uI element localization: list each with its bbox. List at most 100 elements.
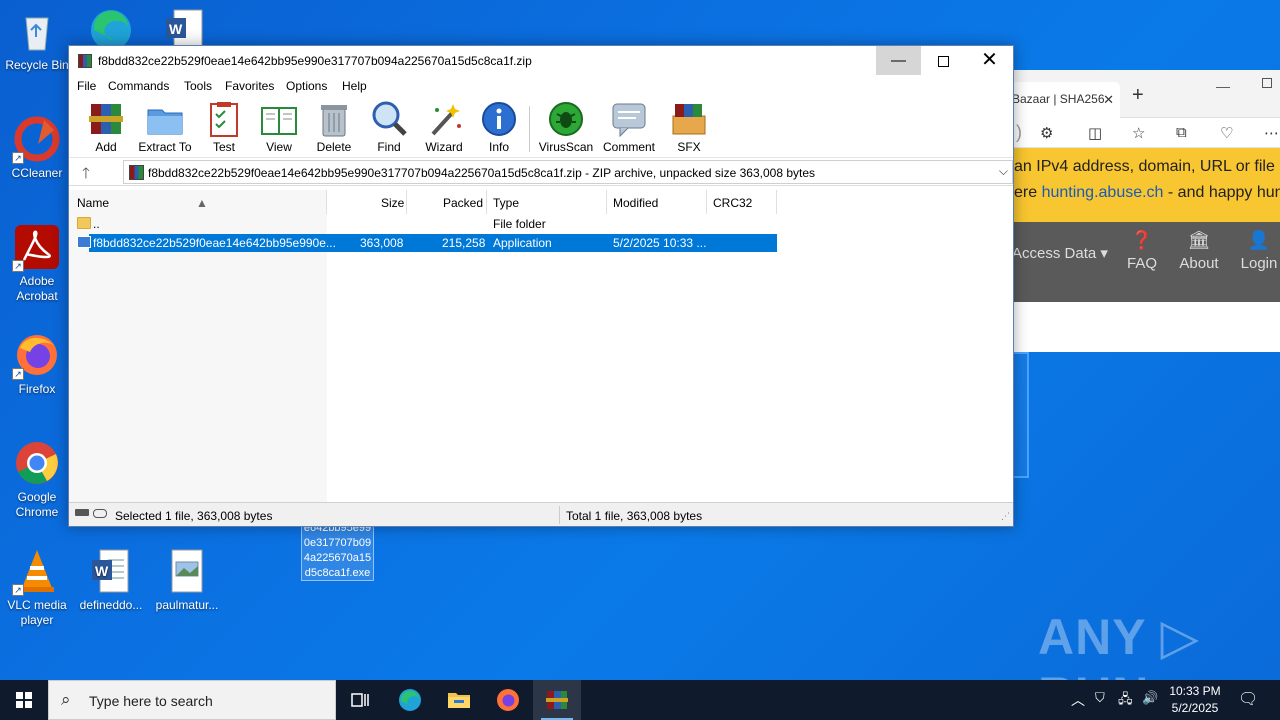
edge-tabbar: Bazaar | SHA256 ✕ + —: [1010, 70, 1280, 118]
toolbar-comment-button[interactable]: Comment: [600, 100, 658, 154]
edge-content-area: [1010, 302, 1280, 330]
security-icon[interactable]: ⛉: [1095, 690, 1105, 720]
path-text: f8bdd832ce22b529f0eae14e642bb95e990e3177…: [148, 166, 816, 180]
desktop-icon-word-doc[interactable]: W defineddo...: [74, 548, 148, 613]
desktop-icon-recycle-bin[interactable]: Recycle Bin: [0, 8, 74, 73]
start-button[interactable]: [0, 680, 48, 720]
winrar-window[interactable]: f8bdd832ce22b529f0eae14e642bb95e990e3177…: [68, 45, 1014, 527]
minimize-button[interactable]: —: [876, 46, 921, 75]
search-placeholder: Type here to search: [89, 693, 213, 709]
column-header-type[interactable]: Type: [493, 196, 519, 210]
column-separator[interactable]: [606, 190, 607, 214]
toolbar-label: SFX: [677, 140, 701, 154]
minimize-icon[interactable]: —: [1216, 78, 1230, 94]
find-icon: [370, 100, 408, 138]
nav-about[interactable]: 🏛 About: [1174, 230, 1224, 272]
table-row-selected[interactable]: f8bdd832ce22b529f0eae14e642bb95e990e... …: [69, 234, 1013, 252]
table-row[interactable]: .. File folder: [69, 215, 1013, 233]
desktop-icon-firefox[interactable]: ↗ Firefox: [0, 332, 74, 397]
toolbar-delete-button[interactable]: Delete: [305, 100, 363, 154]
column-separator[interactable]: [406, 190, 407, 214]
winrar-app-icon: [78, 54, 92, 68]
desktop-icon-adobe-acrobat[interactable]: ↗ Adobe Acrobat: [0, 224, 74, 304]
desktop-selected-file-label[interactable]: e642bb95e99 0e317707b09 4a225670a15 d5c8…: [301, 520, 374, 581]
maximize-icon[interactable]: [1262, 78, 1272, 88]
notifications-icon[interactable]: 🗨: [1238, 689, 1258, 720]
desktop-icon-image-file[interactable]: paulmatur...: [150, 548, 224, 613]
toolbar-info-button[interactable]: Info: [470, 100, 528, 154]
menu-bar: File Commands Tools Favorites Options He…: [69, 76, 1013, 96]
toolbar-extract-to-button[interactable]: Extract To: [136, 100, 194, 154]
taskbar: ⌕ Type here to search ︿ ⛉ 🖧 🔊 10:33 PM 5…: [0, 680, 1280, 720]
toolbar-view-button[interactable]: View: [250, 100, 308, 154]
key-icon[interactable]: [93, 509, 107, 518]
path-field[interactable]: f8bdd832ce22b529f0eae14e642bb95e990e3177…: [123, 160, 1013, 184]
task-view-button[interactable]: [336, 680, 384, 720]
nav-login[interactable]: 👤 Login: [1234, 230, 1280, 272]
desktop-icon-ccleaner[interactable]: ↗ CCleaner: [0, 116, 74, 181]
menu-file[interactable]: File: [77, 79, 96, 93]
menu-commands[interactable]: Commands: [108, 79, 169, 93]
menu-tools[interactable]: Tools: [184, 79, 212, 93]
network-icon[interactable]: 🖧: [1118, 690, 1133, 720]
collections-icon[interactable]: ⧉: [1176, 124, 1187, 141]
nav-access-data[interactable]: Access Data ▾: [1012, 244, 1108, 262]
volume-icon[interactable]: 🔊: [1142, 690, 1158, 720]
maximize-button[interactable]: [921, 46, 966, 75]
column-separator[interactable]: [776, 190, 777, 214]
toolbar-sfx-button[interactable]: SFX: [660, 100, 718, 154]
menu-favorites[interactable]: Favorites: [225, 79, 274, 93]
edge-desktop-icon[interactable]: [86, 6, 136, 50]
column-header-modified[interactable]: Modified: [613, 196, 658, 210]
address-bar-edge[interactable]: ): [1016, 122, 1022, 143]
file-list[interactable]: ▲ Name Size Packed Type Modified CRC32 .…: [69, 190, 1013, 502]
extensions-icon[interactable]: ⚙: [1040, 124, 1053, 142]
taskbar-file-explorer[interactable]: [435, 680, 483, 720]
desktop-selection-frame: [1013, 352, 1029, 478]
chevron-down-icon[interactable]: ⌵: [999, 164, 1008, 179]
taskbar-firefox[interactable]: [484, 680, 532, 720]
menu-help[interactable]: Help: [342, 79, 367, 93]
toolbar-add-button[interactable]: Add: [77, 100, 135, 154]
taskbar-winrar[interactable]: [533, 680, 581, 720]
hunting-link[interactable]: hunting.abuse.ch: [1042, 184, 1164, 201]
system-clock[interactable]: 10:33 PM 5/2/2025: [1160, 683, 1230, 717]
column-header-name[interactable]: Name: [77, 196, 109, 210]
column-header-size[interactable]: Size: [381, 196, 404, 210]
desktop-icon-vlc[interactable]: ↗ VLC media player: [0, 548, 74, 628]
word-desktop-icon[interactable]: W: [164, 8, 206, 47]
task-view-icon: [351, 693, 369, 707]
browser-essentials-icon[interactable]: ♡: [1220, 124, 1233, 142]
desktop-icon-label: CCleaner: [11, 166, 63, 180]
vlc-icon: ↗: [12, 548, 60, 596]
show-hidden-icons-chevron-icon[interactable]: ︿: [1071, 690, 1085, 720]
column-header-crc32[interactable]: CRC32: [713, 196, 752, 210]
edge-tab[interactable]: Bazaar | SHA256 ✕: [1010, 82, 1120, 118]
up-arrow-icon[interactable]: 🡑: [82, 163, 90, 188]
menu-options[interactable]: Options: [286, 79, 327, 93]
toolbar-wizard-button[interactable]: Wizard: [415, 100, 473, 154]
split-screen-icon[interactable]: ◫: [1088, 124, 1102, 142]
more-icon[interactable]: ⋯: [1264, 124, 1279, 142]
toolbar-test-button[interactable]: Test: [195, 100, 253, 154]
edge-browser-window[interactable]: Bazaar | SHA256 ✕ + — ) ⚙ ◫ ☆ ⧉ ♡ ⋯ an I…: [1010, 70, 1280, 352]
nav-faq[interactable]: ❓ FAQ: [1124, 230, 1160, 272]
toolbar-find-button[interactable]: Find: [360, 100, 418, 154]
taskbar-search[interactable]: ⌕ Type here to search: [48, 680, 336, 720]
title-bar[interactable]: f8bdd832ce22b529f0eae14e642bb95e990e3177…: [69, 46, 1013, 76]
new-tab-icon[interactable]: +: [1132, 84, 1144, 107]
favorites-icon[interactable]: ☆: [1132, 124, 1145, 142]
column-separator[interactable]: [706, 190, 707, 214]
close-tab-icon[interactable]: ✕: [1103, 92, 1114, 108]
search-icon: ⌕: [61, 690, 71, 709]
column-header-packed[interactable]: Packed: [443, 196, 483, 210]
desktop-icon-google-chrome[interactable]: Google Chrome: [0, 440, 74, 520]
shortcut-arrow-icon: ↗: [12, 584, 24, 596]
resize-grip-icon[interactable]: ⋰: [1001, 511, 1010, 522]
toolbar-virusscan-button[interactable]: VirusScan: [537, 100, 595, 154]
column-separator[interactable]: [486, 190, 487, 214]
close-button[interactable]: ✕: [967, 46, 1012, 75]
column-separator[interactable]: [326, 190, 327, 214]
drive-icon[interactable]: [75, 509, 89, 516]
taskbar-edge[interactable]: [386, 680, 434, 720]
